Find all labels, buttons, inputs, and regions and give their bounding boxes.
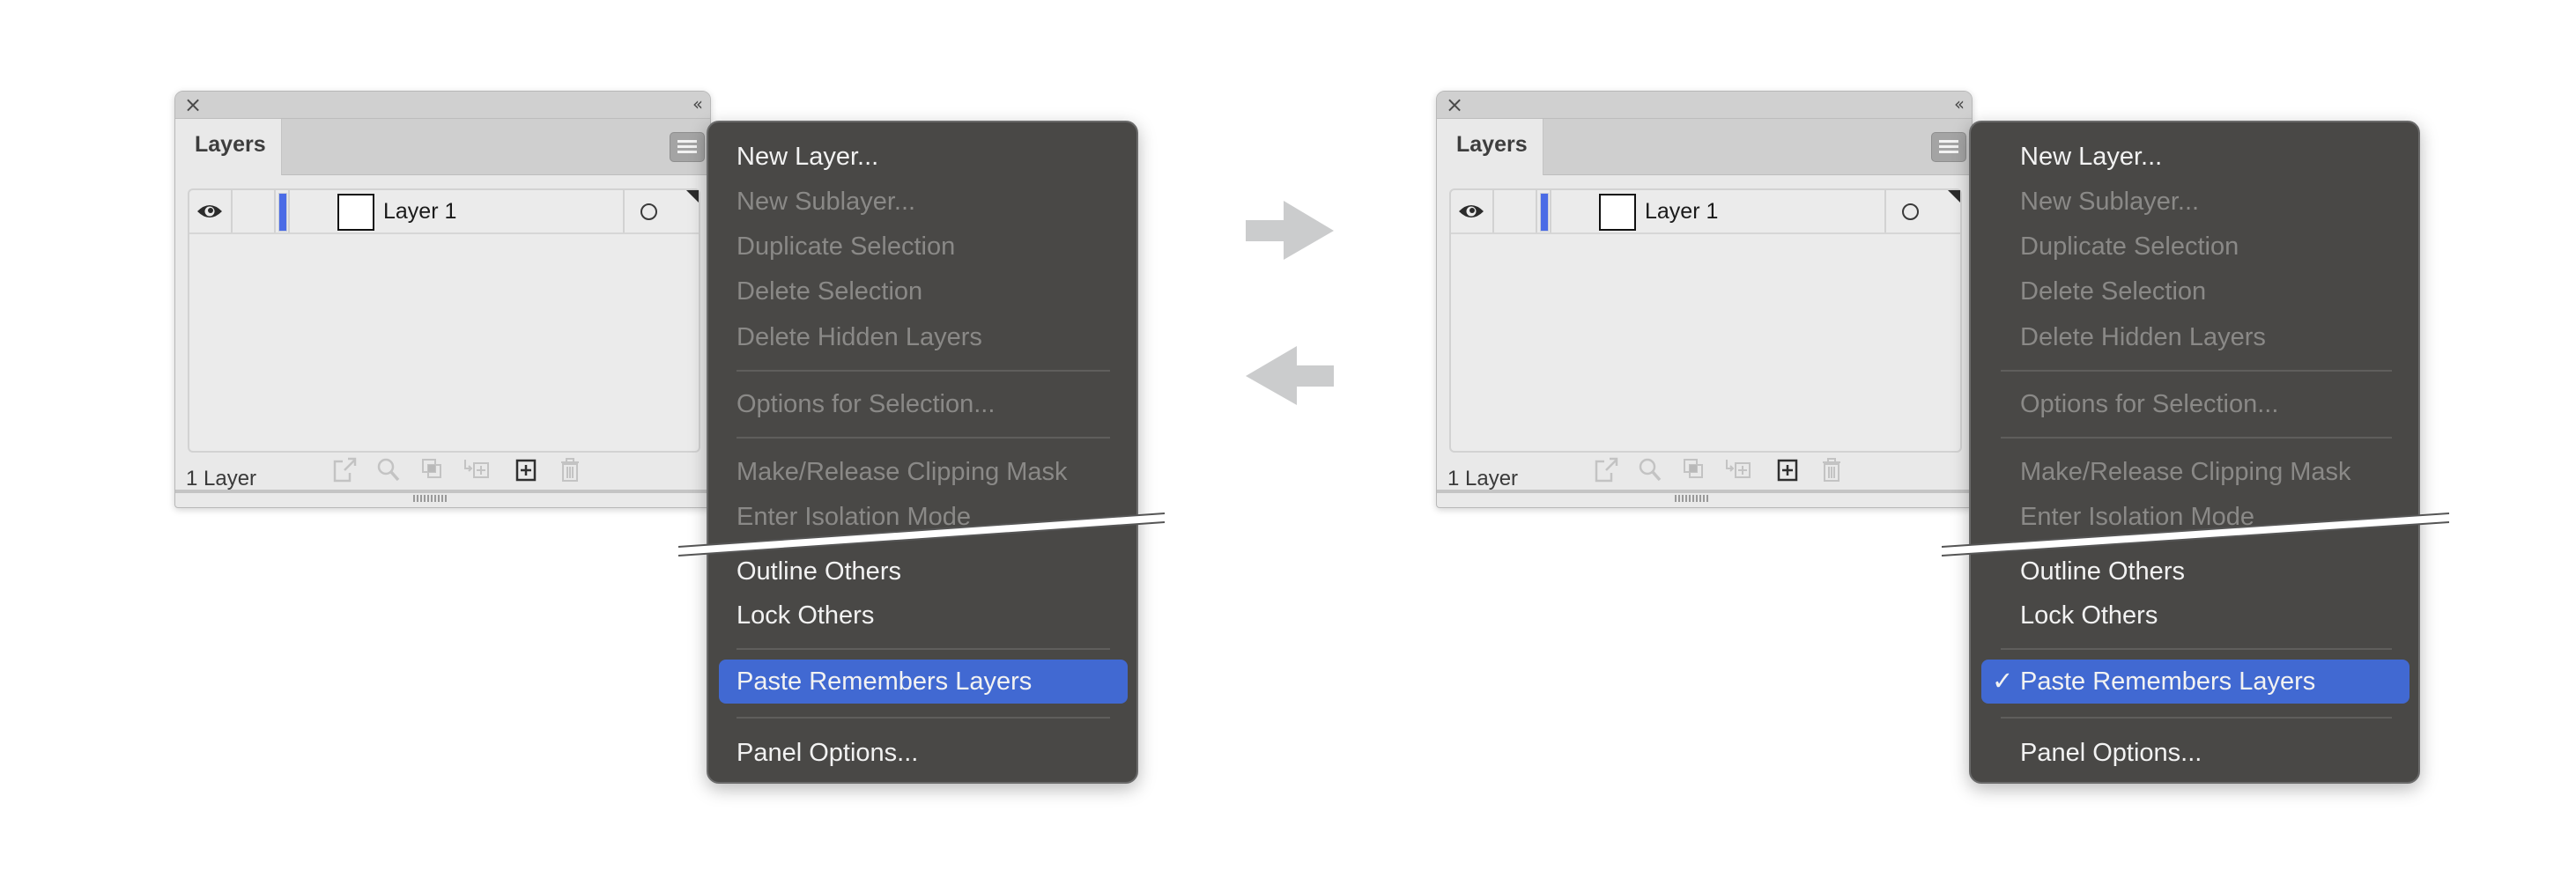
menu-item-new-layer[interactable]: New Layer... [737, 139, 878, 174]
visibility-toggle[interactable] [189, 190, 233, 232]
layers-panel: × ‹‹ Layers Layer 1 1 Layer [1436, 91, 1973, 508]
menu-item-outline-others[interactable]: Outline Others [737, 554, 901, 589]
menu-separator [737, 437, 1110, 439]
trash-icon[interactable] [1819, 456, 1844, 483]
menu-separator [737, 648, 1110, 650]
lock-toggle[interactable] [233, 190, 276, 232]
new-layer-icon[interactable] [1775, 456, 1800, 483]
tab-layers[interactable]: Layers [1437, 119, 1543, 175]
menu-item-options-for-selection: Options for Selection... [2020, 390, 2279, 418]
menu-item-lock-others[interactable]: Lock Others [2020, 598, 2158, 633]
layer-row[interactable]: Layer 1 [189, 190, 699, 234]
menu-separator [737, 370, 1110, 372]
make-clipping-mask-icon[interactable] [1682, 456, 1706, 483]
column-divider [623, 190, 625, 232]
layer-name[interactable]: Layer 1 [383, 199, 456, 225]
menu-break-mark [678, 512, 1166, 557]
layer-color-indicator [1540, 193, 1549, 232]
menu-item-lock-others[interactable]: Lock Others [737, 598, 874, 633]
menu-separator [2001, 648, 2392, 650]
menu-item-options-for-selection: Options for Selection... [737, 390, 996, 418]
panel-menu-button[interactable] [670, 132, 705, 162]
target-circle-icon[interactable] [640, 203, 657, 220]
selection-corner-indicator [1948, 190, 1960, 203]
panel-titlebar: × ‹‹ [175, 92, 710, 119]
menu-item-new-sublayer: New Sublayer... [2020, 188, 2200, 216]
menu-separator [737, 717, 1110, 719]
column-divider [288, 190, 290, 232]
eye-icon [1459, 205, 1484, 218]
layer-list: Layer 1 [188, 188, 700, 453]
checkmark-icon: ✓ [1992, 667, 2014, 696]
menu-item-panel-options[interactable]: Panel Options... [737, 735, 918, 770]
tab-strip: Layers [1437, 119, 1972, 175]
menu-separator [2001, 370, 2392, 372]
layer-list: Layer 1 [1449, 188, 1962, 453]
panel-bottom-edge [1437, 490, 1972, 493]
layer-name[interactable]: Layer 1 [1645, 199, 1718, 225]
tab-strip: Layers [175, 119, 710, 175]
menu-item-panel-options[interactable]: Panel Options... [2020, 735, 2202, 770]
close-icon[interactable]: × [1446, 93, 1463, 116]
eye-icon [197, 205, 222, 218]
scene-after: × ‹‹ Layers Layer 1 1 Layer New Layer...… [1262, 0, 2450, 870]
panel-titlebar: × ‹‹ [1437, 92, 1972, 119]
layers-panel: × ‹‹ Layers Layer 1 1 Layer [174, 91, 711, 508]
close-icon[interactable]: × [184, 93, 202, 116]
collapse-icon[interactable]: ‹‹ [1954, 92, 1965, 115]
locate-object-icon[interactable] [1638, 456, 1662, 483]
locate-object-icon[interactable] [376, 456, 401, 483]
visibility-toggle[interactable] [1451, 190, 1494, 232]
move-to-layer-icon[interactable] [463, 456, 491, 483]
layer-count: 1 Layer [186, 467, 257, 490]
column-divider [1550, 190, 1551, 232]
menu-item-duplicate-selection: Duplicate Selection [2020, 232, 2239, 261]
panel-flyout-menu: New Layer... New Sublayer... Duplicate S… [707, 121, 1138, 784]
panel-flyout-menu: New Layer... New Sublayer... Duplicate S… [1969, 121, 2420, 784]
menu-item-delete-selection: Delete Selection [737, 277, 923, 306]
menu-separator [2001, 717, 2392, 719]
menu-item-paste-remembers-layers[interactable]: Paste Remembers Layers [737, 664, 1032, 699]
trash-icon[interactable] [558, 456, 582, 483]
scene-before: × ‹‹ Layers Layer 1 1 Layer New Layer...… [0, 0, 1166, 870]
resize-grip[interactable] [1675, 495, 1710, 502]
menu-item-clipping-mask: Make/Release Clipping Mask [737, 458, 1068, 486]
layer-row[interactable]: Layer 1 [1451, 190, 1960, 234]
new-layer-icon[interactable] [514, 456, 538, 483]
menu-item-outline-others[interactable]: Outline Others [2020, 554, 2185, 589]
menu-item-paste-remembers-layers[interactable]: ✓ Paste Remembers Layers [1992, 664, 2316, 699]
export-icon[interactable] [332, 456, 357, 483]
layer-thumbnail [337, 194, 374, 231]
menu-item-label: Paste Remembers Layers [2020, 667, 2316, 696]
menu-item-duplicate-selection: Duplicate Selection [737, 232, 956, 261]
resize-grip[interactable] [413, 495, 448, 502]
menu-item-delete-hidden-layers: Delete Hidden Layers [2020, 323, 2266, 351]
panel-bottom-edge [175, 490, 710, 493]
layer-count: 1 Layer [1447, 467, 1519, 490]
column-divider [1884, 190, 1886, 232]
export-icon[interactable] [1594, 456, 1618, 483]
menu-break-mark [1942, 512, 2450, 557]
menu-item-new-layer[interactable]: New Layer... [2020, 139, 2162, 174]
lock-toggle[interactable] [1494, 190, 1537, 232]
layer-color-indicator [278, 193, 287, 232]
tab-layers[interactable]: Layers [175, 119, 282, 175]
target-circle-icon[interactable] [1902, 203, 1919, 220]
menu-item-clipping-mask: Make/Release Clipping Mask [2020, 458, 2351, 486]
tab-label: Layers [1456, 132, 1528, 157]
move-to-layer-icon[interactable] [1724, 456, 1752, 483]
panel-menu-button[interactable] [1931, 132, 1966, 162]
menu-separator [2001, 437, 2392, 439]
tab-label: Layers [195, 132, 266, 157]
selection-corner-indicator [686, 190, 699, 203]
menu-item-delete-selection: Delete Selection [2020, 277, 2207, 306]
layer-thumbnail [1599, 194, 1636, 231]
collapse-icon[interactable]: ‹‹ [692, 92, 703, 115]
make-clipping-mask-icon[interactable] [420, 456, 445, 483]
menu-item-delete-hidden-layers: Delete Hidden Layers [737, 323, 982, 351]
menu-item-new-sublayer: New Sublayer... [737, 188, 916, 216]
